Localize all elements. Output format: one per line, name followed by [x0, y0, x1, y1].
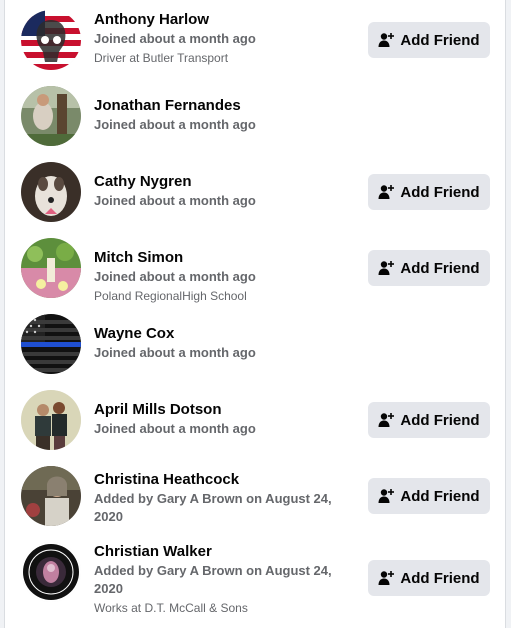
avatar[interactable]	[21, 10, 81, 70]
person-plus-icon	[378, 489, 395, 503]
avatar[interactable]	[21, 314, 81, 374]
member-name[interactable]: Christina Heathcock	[94, 470, 354, 490]
member-name[interactable]: Wayne Cox	[94, 324, 354, 344]
member-row: Cathy Nygren Joined about a month ago Ad…	[5, 162, 505, 232]
person-plus-icon	[378, 413, 395, 427]
member-subtitle: Joined about a month ago	[94, 193, 256, 208]
avatar[interactable]	[21, 466, 81, 526]
person-plus-icon	[378, 185, 395, 199]
members-panel: Anthony Harlow Joined about a month ago …	[4, 0, 506, 628]
avatar[interactable]	[21, 238, 81, 298]
member-row: Christian Walker Added by Gary A Brown o…	[5, 542, 505, 628]
member-detail: Poland RegionalHigh School	[94, 289, 247, 303]
member-name[interactable]: Mitch Simon	[94, 248, 354, 268]
member-subtitle: Joined about a month ago	[94, 345, 256, 360]
thin-blue-line-flag-avatar-icon	[21, 314, 81, 374]
member-subtitle: Joined about a month ago	[94, 269, 256, 284]
member-subtitle: Added by Gary A Brown on August 24, 2020	[94, 491, 332, 524]
add-friend-button[interactable]: Add Friend	[368, 174, 490, 210]
logo-badge-avatar-icon	[21, 542, 81, 602]
avatar[interactable]	[21, 86, 81, 146]
member-subtitle: Joined about a month ago	[94, 31, 256, 46]
member-row: Mitch Simon Joined about a month ago Pol…	[5, 238, 505, 314]
member-name[interactable]: April Mills Dotson	[94, 400, 354, 420]
add-friend-button[interactable]: Add Friend	[368, 22, 490, 58]
add-friend-label: Add Friend	[400, 183, 480, 201]
member-subtitle: Added by Gary A Brown on August 24, 2020	[94, 563, 332, 596]
outdoor-photo-avatar-icon	[21, 86, 81, 146]
dog-photo-avatar-icon	[21, 162, 81, 222]
skull-flag-avatar-icon	[21, 10, 81, 70]
member-row: April Mills Dotson Joined about a month …	[5, 390, 505, 460]
add-friend-button[interactable]: Add Friend	[368, 250, 490, 286]
member-detail: Works at D.T. McCall & Sons	[94, 601, 248, 615]
add-friend-button[interactable]: Add Friend	[368, 478, 490, 514]
avatar[interactable]	[21, 390, 81, 450]
member-row: Wayne Cox Joined about a month ago	[5, 314, 505, 384]
member-name[interactable]: Christian Walker	[94, 542, 354, 562]
add-friend-label: Add Friend	[400, 31, 480, 49]
person-plus-icon	[378, 33, 395, 47]
member-name[interactable]: Anthony Harlow	[94, 10, 354, 30]
add-friend-button[interactable]: Add Friend	[368, 402, 490, 438]
add-friend-label: Add Friend	[400, 487, 480, 505]
avatar[interactable]	[21, 162, 81, 222]
member-subtitle: Joined about a month ago	[94, 117, 256, 132]
couple-photo-avatar-icon	[21, 390, 81, 450]
avatar[interactable]	[21, 542, 81, 602]
add-friend-label: Add Friend	[400, 569, 480, 587]
person-plus-icon	[378, 261, 395, 275]
member-subtitle: Joined about a month ago	[94, 421, 256, 436]
add-friend-label: Add Friend	[400, 259, 480, 277]
add-friend-button[interactable]: Add Friend	[368, 560, 490, 596]
member-name[interactable]: Jonathan Fernandes	[94, 96, 354, 116]
member-detail: Driver at Butler Transport	[94, 51, 229, 65]
member-row: Jonathan Fernandes Joined about a month …	[5, 86, 505, 156]
add-friend-label: Add Friend	[400, 411, 480, 429]
member-row: Anthony Harlow Joined about a month ago …	[5, 0, 505, 80]
woman-photo-avatar-icon	[21, 466, 81, 526]
garden-photo-avatar-icon	[21, 238, 81, 298]
person-plus-icon	[378, 571, 395, 585]
member-name[interactable]: Cathy Nygren	[94, 172, 354, 192]
member-row: Christina Heathcock Added by Gary A Brow…	[5, 466, 505, 542]
